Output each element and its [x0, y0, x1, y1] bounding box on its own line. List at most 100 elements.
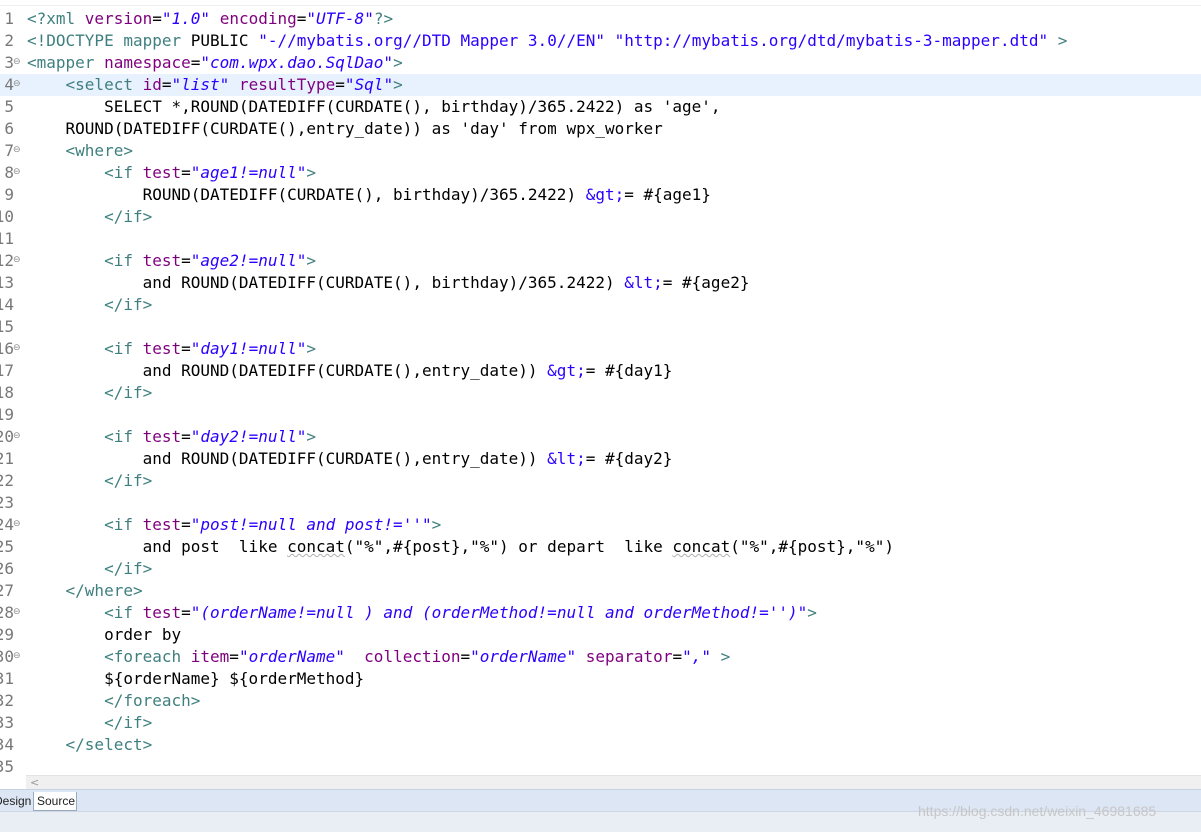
xml-source-editor[interactable]: 1 <?xml version="1.0" encoding="UTF-8"?> 2… [0, 8, 1201, 776]
code-token-text: ("%",#{post},"%") [730, 537, 894, 556]
code-token-attr: separator [585, 647, 673, 666]
line-number: 12 [0, 251, 14, 270]
line-number: 26 [0, 559, 14, 578]
line-number-gutter: 6 [0, 118, 22, 140]
code-line[interactable]: 20⊖ <if test="day2!=null"> [0, 426, 1201, 448]
code-line[interactable]: 10 </if> [0, 206, 1201, 228]
code-line[interactable]: 2 <!DOCTYPE mapper PUBLIC "-//mybatis.org… [0, 30, 1201, 52]
code-text: <select id="list" resultType="Sql"> [27, 74, 403, 96]
code-token-decl: ?> [373, 9, 394, 28]
line-number: 16 [0, 339, 14, 358]
code-token-val: "age2!=null" [190, 251, 307, 270]
code-line[interactable]: 6 ROUND(DATEDIFF(CURDATE(),entry_date)) … [0, 118, 1201, 140]
fold-toggle-icon[interactable]: ⊖ [13, 256, 22, 265]
code-line[interactable]: 19 [0, 404, 1201, 426]
code-token-attr: version [84, 9, 153, 28]
line-number-gutter: 18 [0, 382, 22, 404]
code-token-tag: <if [104, 339, 143, 358]
line-number-gutter: 10 [0, 206, 22, 228]
line-number: 1 [4, 9, 14, 28]
fold-toggle-icon[interactable]: ⊖ [13, 432, 22, 441]
line-number-gutter: 32 [0, 690, 22, 712]
line-number-gutter: 21 [0, 448, 22, 470]
horizontal-scrollbar[interactable]: < [26, 775, 1201, 789]
code-line[interactable]: 22 </if> [0, 470, 1201, 492]
line-number: 11 [0, 229, 14, 248]
code-token-text: and ROUND(DATEDIFF(CURDATE(),entry_date)… [27, 449, 548, 468]
code-line[interactable]: 9 ROUND(DATEDIFF(CURDATE(), birthday)/36… [0, 184, 1201, 206]
fold-toggle-icon[interactable]: ⊖ [13, 608, 22, 617]
code-token-tag: > [431, 515, 442, 534]
fold-toggle-icon[interactable]: ⊖ [13, 168, 22, 177]
scroll-left-icon[interactable]: < [30, 776, 39, 790]
code-token-tag: <where> [65, 141, 133, 160]
line-number-gutter: 11 [0, 228, 22, 250]
code-line[interactable]: 7 ⊖ <where> [0, 140, 1201, 162]
fold-toggle-icon[interactable]: ⊖ [13, 58, 22, 67]
code-text: <if test="(orderName!=null ) and (orderM… [27, 602, 817, 624]
tab-design[interactable]: Design [0, 792, 32, 811]
code-line[interactable]: 17 and ROUND(DATEDIFF(CURDATE(),entry_da… [0, 360, 1201, 382]
code-line[interactable]: 34 </select> [0, 734, 1201, 756]
code-line[interactable]: 16⊖ <if test="day1!=null"> [0, 338, 1201, 360]
code-line[interactable]: 21 and ROUND(DATEDIFF(CURDATE(),entry_da… [0, 448, 1201, 470]
code-line[interactable]: 31 ${orderName} ${orderMethod} [0, 668, 1201, 690]
code-line[interactable]: 8 ⊖ <if test="age1!=null"> [0, 162, 1201, 184]
code-token-tag: </where> [65, 581, 143, 600]
code-line[interactable]: 13 and ROUND(DATEDIFF(CURDATE(), birthda… [0, 272, 1201, 294]
code-text: </if> [27, 470, 152, 492]
line-number-gutter: 31 [0, 668, 22, 690]
code-token-tag: > [306, 163, 316, 182]
code-line[interactable]: 12⊖ <if test="age2!=null"> [0, 250, 1201, 272]
code-line[interactable]: 30⊖ <foreach item="orderName" collection… [0, 646, 1201, 668]
code-line[interactable]: 11 [0, 228, 1201, 250]
code-token-text: = #{age2} [662, 273, 750, 292]
line-number: 2 [4, 31, 14, 50]
code-line[interactable]: 29 order by [0, 624, 1201, 646]
code-token-text: PUBLIC [190, 31, 259, 50]
tab-source[interactable]: Source [33, 792, 77, 811]
code-line[interactable]: 23 [0, 492, 1201, 514]
fold-toggle-icon[interactable]: ⊖ [13, 652, 22, 661]
code-text: ROUND(DATEDIFF(CURDATE(), birthday)/365.… [27, 184, 711, 206]
code-line[interactable]: 25 and post like concat("%",#{post},"%")… [0, 536, 1201, 558]
code-token-text: = [181, 603, 191, 622]
code-line[interactable]: 14 </if> [0, 294, 1201, 316]
line-number-gutter: 5 [0, 96, 22, 118]
code-line[interactable]: 5 SELECT *,ROUND(DATEDIFF(CURDATE(), bir… [0, 96, 1201, 118]
fold-toggle-icon[interactable]: ⊖ [13, 520, 22, 529]
code-text: <foreach item="orderName" collection="or… [27, 646, 730, 668]
code-token-attr: test [142, 515, 182, 534]
scrollbar-corner [0, 775, 26, 789]
fold-toggle-icon[interactable]: ⊖ [13, 146, 22, 155]
line-number-gutter: 9 [0, 184, 22, 206]
code-line[interactable]: 28⊖ <if test="(orderName!=null ) and (or… [0, 602, 1201, 624]
line-number: 5 [4, 97, 14, 116]
code-line[interactable]: 15 [0, 316, 1201, 338]
code-line[interactable]: 4 ⊖ <select id="list" resultType="Sql"> [0, 74, 1201, 96]
code-line[interactable]: 26 </if> [0, 558, 1201, 580]
fold-toggle-icon[interactable]: ⊖ [13, 80, 22, 89]
code-token-text: and ROUND(DATEDIFF(CURDATE(), birthday)/… [27, 273, 625, 292]
code-line[interactable]: 35 [0, 756, 1201, 776]
code-token-val: "1.0" [161, 9, 211, 28]
code-line[interactable]: 27 </where> [0, 580, 1201, 602]
code-token-text: SELECT *,ROUND(DATEDIFF(CURDATE(), birth… [27, 97, 721, 116]
code-line[interactable]: 18 </if> [0, 382, 1201, 404]
code-token-text: and post like [27, 537, 288, 556]
code-line[interactable]: 32 </foreach> [0, 690, 1201, 712]
line-number-gutter: 27 [0, 580, 22, 602]
line-number-gutter: 26 [0, 558, 22, 580]
code-line[interactable]: 24⊖ <if test="post!=null and post!=''"> [0, 514, 1201, 536]
line-number-gutter: 19 [0, 404, 22, 426]
code-line[interactable]: 33 </if> [0, 712, 1201, 734]
code-token-tag: > [306, 427, 316, 446]
code-token-squig: concat [672, 537, 731, 556]
fold-toggle-icon[interactable]: ⊖ [13, 344, 22, 353]
code-line[interactable]: 3 ⊖ <mapper namespace="com.wpx.dao.SqlDao"… [0, 52, 1201, 74]
code-line[interactable]: 1 <?xml version="1.0" encoding="UTF-8"?> [0, 8, 1201, 30]
line-number: 31 [0, 669, 14, 688]
